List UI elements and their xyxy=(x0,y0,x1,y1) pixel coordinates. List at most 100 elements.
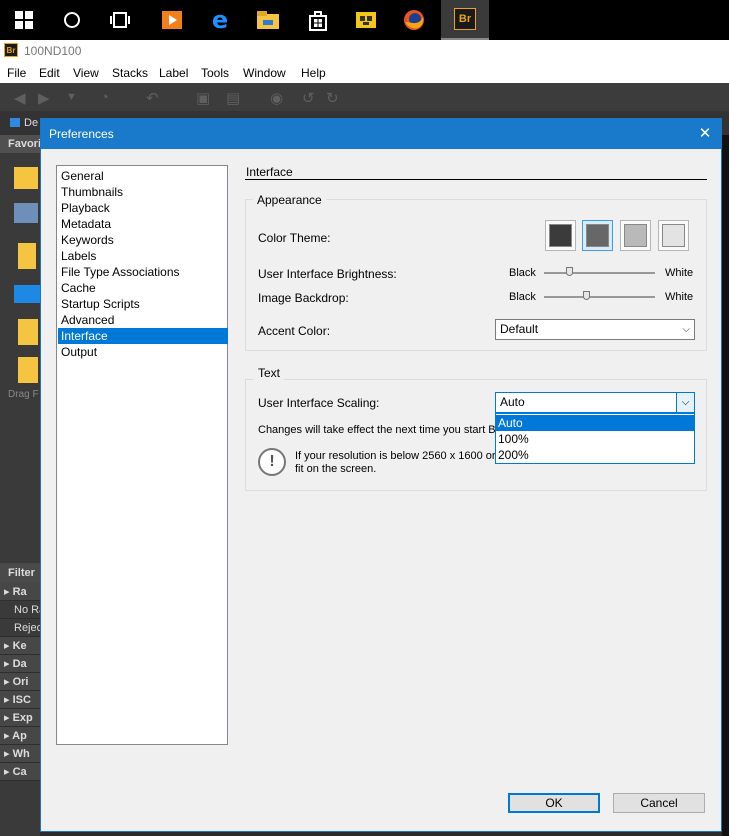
filter-rejected[interactable]: Rejec xyxy=(0,619,40,637)
filter-white-balance[interactable]: ▸ Wh xyxy=(0,745,40,763)
refine-icon[interactable]: ▤ xyxy=(226,89,240,107)
favorites-tab[interactable]: Favori xyxy=(0,135,40,153)
taskbar: e Br xyxy=(0,0,729,40)
task-view-icon[interactable] xyxy=(96,0,144,40)
category-playback[interactable]: Playback xyxy=(58,200,228,216)
brightness-slider-track[interactable] xyxy=(544,272,655,274)
preferences-dialog: Preferences ✕ General Thumbnails Playbac… xyxy=(40,118,722,832)
open-in-camera-raw-icon[interactable]: ◉ xyxy=(270,89,283,107)
backdrop-slider-thumb[interactable] xyxy=(582,291,590,300)
scaling-option-200[interactable]: 200% xyxy=(496,447,694,463)
filter-tab[interactable]: Filter xyxy=(0,563,40,583)
forward-arrow-icon[interactable]: ▶ xyxy=(38,89,50,107)
menu-edit[interactable]: Edit xyxy=(39,66,60,80)
chevron-down-icon: ⌵ xyxy=(682,324,690,335)
category-output[interactable]: Output xyxy=(58,344,228,360)
chevron-down-icon[interactable]: ▼ xyxy=(66,91,77,103)
filter-row-label: ISC xyxy=(12,694,31,706)
filter-row-label: Exp xyxy=(12,712,33,724)
info-line-2: fit on the screen. xyxy=(295,463,377,475)
folder-icon[interactable] xyxy=(14,167,38,189)
category-interface[interactable]: Interface xyxy=(58,328,228,344)
category-labels[interactable]: Labels xyxy=(58,248,228,264)
menu-view[interactable]: View xyxy=(73,66,99,80)
ok-button[interactable]: OK xyxy=(508,793,600,813)
appearance-group-label: Appearance xyxy=(253,193,326,207)
documents-folder-icon[interactable] xyxy=(18,319,38,345)
backdrop-label: Image Backdrop: xyxy=(258,291,349,305)
window-title: 100ND100 xyxy=(24,44,82,58)
menu-tools[interactable]: Tools xyxy=(201,66,229,80)
scaling-dropdown-list: Auto 100% 200% xyxy=(495,413,695,464)
scaling-select[interactable]: Auto ⌵ xyxy=(495,392,695,413)
file-explorer-icon[interactable] xyxy=(244,0,292,40)
category-keywords[interactable]: Keywords xyxy=(58,232,228,248)
menu-bar: File Edit View Stacks Label Tools Window… xyxy=(0,62,729,83)
theme-swatch-dark[interactable] xyxy=(582,220,613,251)
filter-exposure[interactable]: ▸ Exp xyxy=(0,709,40,727)
category-metadata[interactable]: Metadata xyxy=(58,216,228,232)
return-icon[interactable]: ↶ xyxy=(146,89,159,107)
bridge-icon[interactable]: Br xyxy=(441,0,489,40)
info-line-1: If your resolution is below 2560 x 1600 … xyxy=(295,450,496,462)
yellow-app-icon[interactable] xyxy=(342,0,390,40)
dialog-title: Preferences xyxy=(49,127,114,141)
reveal-recent-icon[interactable]: ◔ xyxy=(100,89,109,106)
filter-ratings[interactable]: ▸ Ra xyxy=(0,583,40,601)
category-advanced[interactable]: Advanced xyxy=(58,312,228,328)
theme-swatch-light[interactable] xyxy=(620,220,651,251)
close-icon[interactable]: ✕ xyxy=(695,124,715,144)
filter-camera[interactable]: ▸ Ca xyxy=(0,763,40,781)
menu-window[interactable]: Window xyxy=(243,66,286,80)
dialog-titlebar: Preferences ✕ xyxy=(41,119,721,149)
firefox-icon[interactable] xyxy=(390,0,438,40)
folder-icon[interactable] xyxy=(18,243,36,269)
computer-icon[interactable] xyxy=(14,203,38,223)
chevron-down-icon[interactable]: ⌵ xyxy=(676,393,694,412)
menu-help[interactable]: Help xyxy=(301,66,326,80)
path-text[interactable]: De xyxy=(24,117,38,129)
scaling-option-auto[interactable]: Auto xyxy=(496,415,694,431)
menu-file[interactable]: File xyxy=(7,66,26,80)
category-general[interactable]: General xyxy=(58,168,228,184)
category-startup-scripts[interactable]: Startup Scripts xyxy=(58,296,228,312)
theme-swatch-darkest[interactable] xyxy=(545,220,576,251)
cortana-search-icon[interactable] xyxy=(48,0,96,40)
rotate-right-icon[interactable]: ↻ xyxy=(326,89,339,107)
restart-note: Changes will take effect the next time y… xyxy=(258,424,496,436)
folder-icon xyxy=(10,118,20,127)
filter-no-rating[interactable]: No Ra xyxy=(0,601,40,619)
menu-label[interactable]: Label xyxy=(159,66,188,80)
category-thumbnails[interactable]: Thumbnails xyxy=(58,184,228,200)
windows-start-icon[interactable] xyxy=(0,0,48,40)
pictures-folder-icon[interactable] xyxy=(18,357,38,383)
backdrop-slider-track[interactable] xyxy=(544,296,655,298)
media-player-icon[interactable] xyxy=(148,0,196,40)
cancel-button[interactable]: Cancel xyxy=(613,793,705,813)
filter-keywords[interactable]: ▸ Ke xyxy=(0,637,40,655)
accent-color-value: Default xyxy=(500,322,539,336)
app-toolbar: ◀ ▶ ▼ ◔ ↶ ▣ ▤ ◉ ↺ ↻ xyxy=(0,83,729,111)
info-glyph: ! xyxy=(269,453,275,470)
filter-orientation[interactable]: ▸ Ori xyxy=(0,673,40,691)
camera-icon[interactable]: ▣ xyxy=(196,89,210,107)
brightness-max-label: White xyxy=(665,267,694,279)
theme-swatch-lightest[interactable] xyxy=(658,220,689,251)
store-icon[interactable] xyxy=(294,0,342,40)
filter-aperture[interactable]: ▸ Ap xyxy=(0,727,40,745)
scaling-option-100[interactable]: 100% xyxy=(496,431,694,447)
edge-icon[interactable]: e xyxy=(196,0,244,40)
section-title: Interface xyxy=(246,165,293,179)
color-theme-label: Color Theme: xyxy=(258,231,331,245)
brightness-slider-thumb[interactable] xyxy=(566,267,574,276)
category-cache[interactable]: Cache xyxy=(58,280,228,296)
accent-color-select[interactable]: Default ⌵ xyxy=(495,319,695,340)
filter-date[interactable]: ▸ Da xyxy=(0,655,40,673)
menu-stacks[interactable]: Stacks xyxy=(112,66,148,80)
drag-hint: Drag F xyxy=(8,389,39,400)
filter-iso[interactable]: ▸ ISC xyxy=(0,691,40,709)
back-arrow-icon[interactable]: ◀ xyxy=(14,89,26,107)
rotate-left-icon[interactable]: ↺ xyxy=(302,89,315,107)
desktop-icon[interactable] xyxy=(14,285,40,303)
category-file-type-associations[interactable]: File Type Associations xyxy=(58,264,228,280)
